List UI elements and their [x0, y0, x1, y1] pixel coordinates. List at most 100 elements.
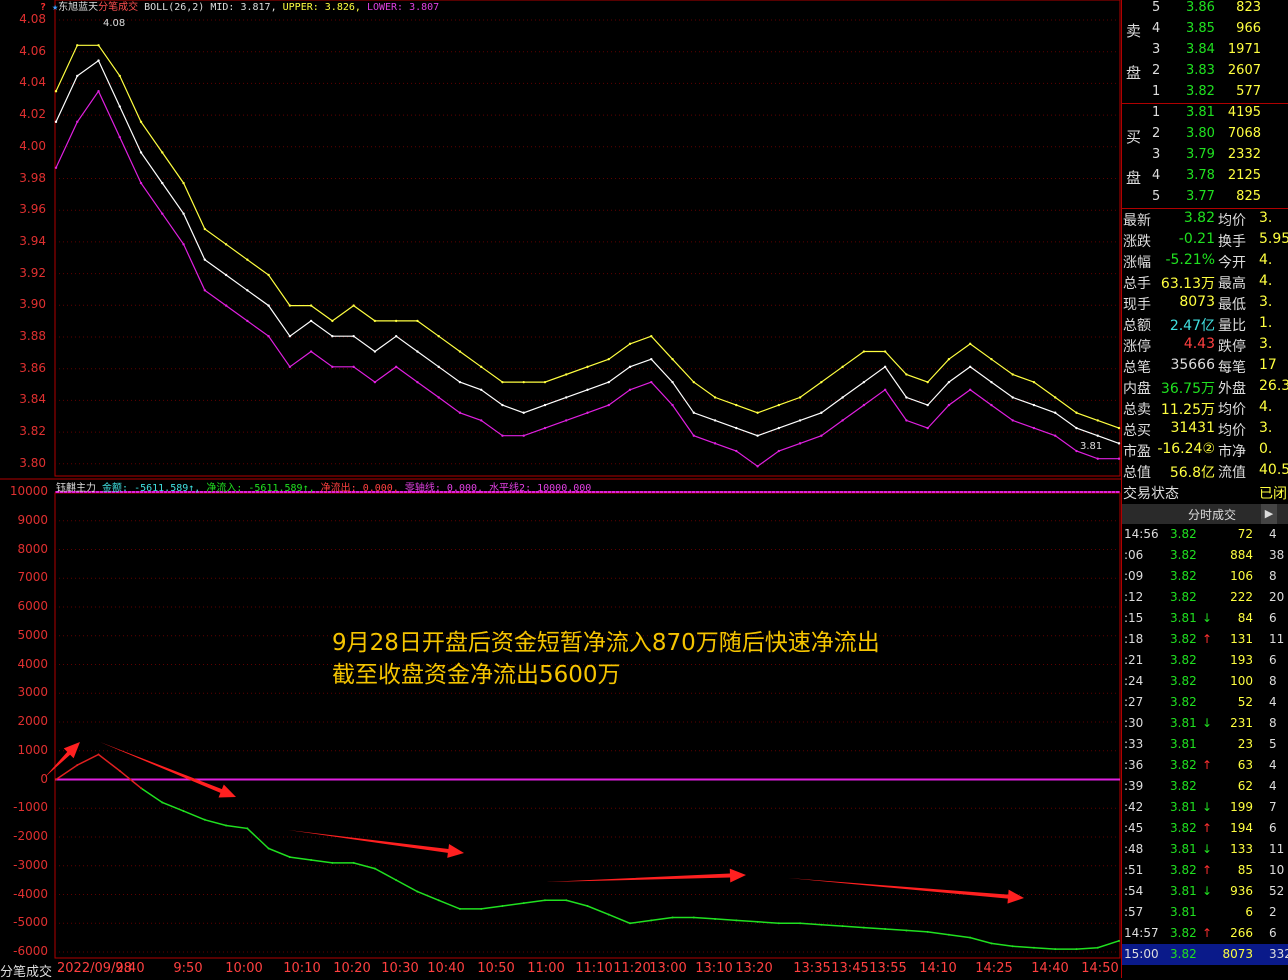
- quote-label: 市盈: [1123, 444, 1151, 460]
- series-point-mid: [905, 396, 908, 399]
- trade-row[interactable]: :06 3.82 884 38: [1122, 545, 1288, 566]
- trade-row[interactable]: 14:56 3.82 72 4: [1122, 524, 1288, 545]
- price-tick-label: 3.92: [19, 265, 46, 280]
- trade-volume: 6: [1245, 905, 1253, 919]
- series-point-lower: [777, 449, 781, 453]
- trade-row[interactable]: :21 3.82 193 6: [1122, 650, 1288, 671]
- trade-count: 8: [1269, 674, 1277, 688]
- flow-tick-label: 3000: [17, 685, 48, 700]
- trade-row[interactable]: :30 3.81 ↓ 231 8: [1122, 713, 1288, 734]
- series-point-mid: [97, 59, 100, 62]
- ask-row[interactable]: 5 3.86 823: [1122, 0, 1288, 19]
- trade-row[interactable]: 14:57 3.82 ↑ 266 6: [1122, 923, 1288, 944]
- series-point-upper: [607, 357, 610, 361]
- flow-point: [607, 913, 610, 916]
- trade-row[interactable]: :09 3.82 106 8: [1122, 566, 1288, 587]
- series-point-upper: [1032, 380, 1036, 384]
- series-point-upper: [54, 90, 58, 93]
- trade-count: 10: [1269, 863, 1285, 877]
- series-point-mid: [246, 289, 249, 292]
- ask-row[interactable]: 2 3.83 2607: [1122, 61, 1288, 82]
- series-point-lower: [841, 419, 844, 422]
- trade-row[interactable]: :42 3.81 ↓ 199 7: [1122, 797, 1288, 818]
- trade-row[interactable]: :18 3.82 ↑ 131 11: [1122, 629, 1288, 650]
- time-tick-label: 13:10: [695, 961, 733, 976]
- flow-point: [395, 879, 398, 882]
- time-tick-label: 11:00: [527, 961, 565, 976]
- trade-volume: 106: [1230, 569, 1253, 583]
- trade-volume: 8073: [1222, 947, 1253, 961]
- series-point-upper: [97, 44, 100, 47]
- trade-row[interactable]: :33 3.81 23 5: [1122, 734, 1288, 755]
- trade-row[interactable]: :36 3.82 ↑ 63 4: [1122, 755, 1288, 776]
- trade-row[interactable]: :39 3.82 62 4: [1122, 776, 1288, 797]
- ask-row[interactable]: 4 3.85 966: [1122, 19, 1288, 40]
- bid-row[interactable]: 2 3.80 7068: [1122, 124, 1288, 145]
- trade-price: 3.82: [1170, 590, 1197, 604]
- trade-time: :54: [1124, 884, 1144, 898]
- bid-row[interactable]: 1 3.81 4195: [1122, 103, 1288, 124]
- quote-row: 总卖 11.25万 均价 4.: [1122, 397, 1288, 418]
- trade-row[interactable]: :51 3.82 ↑ 85 10: [1122, 860, 1288, 881]
- series-point-upper: [76, 44, 79, 47]
- quote-row: 总额 2.47亿 量比 1.: [1122, 313, 1288, 334]
- flow-point: [735, 919, 738, 922]
- ask-row[interactable]: 1 3.82 577: [1122, 82, 1288, 103]
- indicator-name[interactable]: 钰麒主力: [56, 483, 96, 494]
- trade-row[interactable]: 15:00 3.82 8073 332: [1122, 944, 1288, 965]
- bid-row[interactable]: 5 3.77 825: [1122, 187, 1288, 208]
- trade-price: 3.82: [1170, 926, 1197, 940]
- chart-mode[interactable]: 分笔成交: [98, 2, 138, 13]
- bid-row[interactable]: 4 3.78 2125: [1122, 166, 1288, 187]
- quote-label-2: 均价: [1218, 213, 1246, 229]
- series-point-upper: [565, 373, 568, 376]
- flow-point: [862, 926, 865, 929]
- quote-value-2: 3.: [1259, 420, 1273, 436]
- series-point-upper: [288, 304, 292, 307]
- flow-tick-label: -5000: [13, 915, 48, 930]
- trades-tab[interactable]: 分时成交: [1188, 506, 1236, 523]
- trade-row[interactable]: :15 3.81 ↓ 84 6: [1122, 608, 1288, 629]
- trade-count: 11: [1269, 632, 1285, 646]
- trade-time: 14:56: [1124, 527, 1159, 541]
- flow-tick-label: 8000: [17, 541, 48, 556]
- trade-row[interactable]: :48 3.81 ↓ 133 11: [1122, 839, 1288, 860]
- next-tab-icon[interactable]: ▶: [1261, 504, 1277, 524]
- trade-row[interactable]: :45 3.82 ↑ 194 6: [1122, 818, 1288, 839]
- chart-area[interactable]: ? ★东旭蓝天分笔成交 BOLL(26,2) MID: 3.817, UPPER…: [0, 0, 1121, 980]
- series-point-upper: [692, 380, 695, 384]
- quote-value: 3.82: [1183, 210, 1215, 226]
- trade-time: :33: [1124, 737, 1144, 751]
- trade-row[interactable]: :54 3.81 ↓ 936 52: [1122, 881, 1288, 902]
- series-point-upper: [267, 273, 270, 277]
- bid-row[interactable]: 3 3.79 2332: [1122, 145, 1288, 166]
- quote-value: 11.25万: [1160, 402, 1215, 418]
- quote-label-2: 均价: [1218, 402, 1246, 418]
- ask-row[interactable]: 3 3.84 1971: [1122, 40, 1288, 61]
- annotation-arrow: [44, 742, 80, 778]
- price-tick-label: 3.84: [19, 392, 46, 407]
- trade-row[interactable]: :12 3.82 222 20: [1122, 587, 1288, 608]
- time-tick-label: 10:20: [333, 961, 371, 976]
- series-line-mid: [55, 59, 1120, 444]
- series-point-lower: [1011, 419, 1014, 422]
- boll-mid: MID: 3.817,: [210, 2, 277, 13]
- series-point-upper: [543, 380, 547, 384]
- series-point-lower: [883, 388, 887, 391]
- trade-count: 2: [1269, 905, 1277, 919]
- series-point-upper: [437, 335, 440, 338]
- flow-point: [1011, 945, 1014, 948]
- ask-volume: 577: [1236, 84, 1261, 99]
- buy-label-1: 买: [1126, 128, 1142, 146]
- trade-row[interactable]: :57 3.81 6 2: [1122, 902, 1288, 923]
- time-tick-label: 13:45: [831, 961, 869, 976]
- flow-tick-label: -6000: [13, 944, 48, 958]
- trade-row[interactable]: :24 3.82 100 8: [1122, 671, 1288, 692]
- series-point-mid: [926, 403, 929, 407]
- series-point-upper: [990, 357, 993, 361]
- bottom-mode-label[interactable]: 分笔成交: [0, 961, 53, 980]
- series-point-lower: [309, 350, 313, 353]
- trade-row[interactable]: :27 3.82 52 4: [1122, 692, 1288, 713]
- flow-point: [288, 856, 291, 859]
- trade-volume: 133: [1230, 842, 1253, 856]
